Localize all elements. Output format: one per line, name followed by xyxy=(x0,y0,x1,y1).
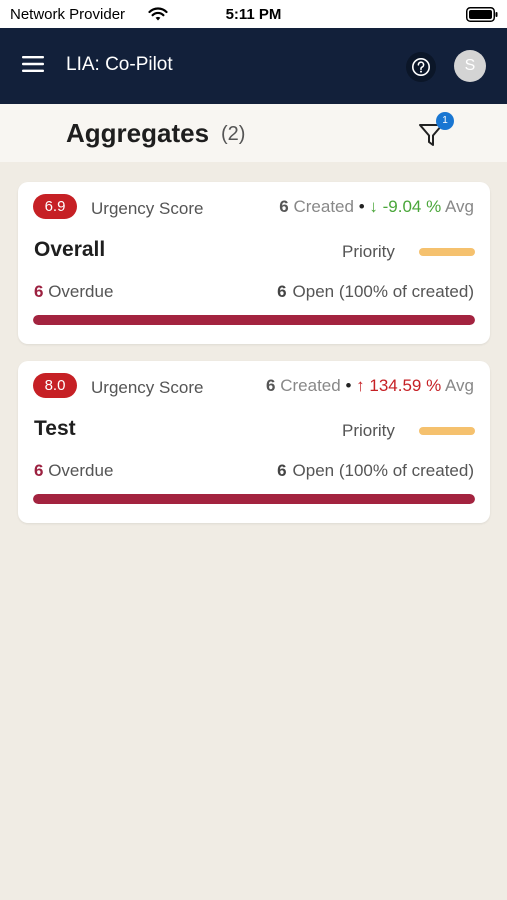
page-title: Aggregates xyxy=(66,118,210,148)
separator-dot: • xyxy=(345,376,352,395)
created-count: 6 xyxy=(279,197,289,216)
urgency-score-badge: 8.0 xyxy=(33,373,77,398)
avatar[interactable]: S xyxy=(454,50,486,82)
priority-label: Priority xyxy=(342,421,395,440)
avg-label: Avg xyxy=(445,376,474,395)
overdue-progress-bar xyxy=(33,494,475,504)
progress-fill xyxy=(33,494,475,504)
app-header: LIA: Co-Pilot S xyxy=(0,28,507,104)
help-button[interactable] xyxy=(406,52,436,82)
open-label: Open (100% of created) xyxy=(292,282,474,301)
separator-dot: • xyxy=(358,197,365,216)
status-time: 5:11 PM xyxy=(225,6,282,23)
priority-label: Priority xyxy=(342,242,395,261)
aggregates-count: (2) xyxy=(221,123,246,145)
urgency-score-label: Urgency Score xyxy=(91,378,204,397)
overdue-progress-bar xyxy=(33,315,475,325)
created-label: Created xyxy=(280,376,341,395)
card-title: Overall xyxy=(34,238,106,261)
aggregate-card-overall[interactable]: 6.9 Urgency Score 6 Created • ↓ -9.04 % … xyxy=(18,182,490,344)
aggregate-card-test[interactable]: 8.0 Urgency Score 6 Created • ↑ 134.59 %… xyxy=(18,361,490,523)
created-stats: 6 Created • ↓ -9.04 % Avg xyxy=(279,197,474,217)
overdue-count: 6 xyxy=(34,461,44,480)
hamburger-menu-icon[interactable] xyxy=(22,55,44,73)
created-count: 6 xyxy=(266,376,276,395)
trend-percentage: -9.04 % xyxy=(382,197,442,216)
overdue-label: Overdue xyxy=(48,461,114,480)
trend-percentage: 134.59 % xyxy=(369,376,442,395)
progress-fill xyxy=(33,315,475,325)
overdue-count: 6 xyxy=(34,282,44,301)
card-title: Test xyxy=(34,417,76,440)
open-stats: 6 Open (100% of created) xyxy=(277,461,474,481)
priority-indicator xyxy=(419,248,475,256)
open-stats: 6 Open (100% of created) xyxy=(277,282,474,302)
question-circle-icon xyxy=(412,58,430,76)
status-bar: Network Provider 5:11 PM xyxy=(0,0,507,28)
filter-count-badge: 1 xyxy=(436,112,454,130)
avg-label: Avg xyxy=(445,197,474,216)
open-label: Open (100% of created) xyxy=(292,461,474,480)
urgency-score-label: Urgency Score xyxy=(91,199,204,218)
overdue-label: Overdue xyxy=(48,282,114,301)
battery-icon xyxy=(466,7,498,22)
arrow-up-icon: ↑ xyxy=(356,376,365,395)
arrow-down-icon: ↓ xyxy=(369,197,378,216)
app-title: LIA: Co-Pilot xyxy=(66,54,173,75)
overdue-stats: 6 Overdue xyxy=(34,461,113,481)
created-label: Created xyxy=(293,197,354,216)
open-count: 6 xyxy=(277,461,287,480)
aggregates-bar: Aggregates (2) 1 xyxy=(0,104,507,162)
created-stats: 6 Created • ↑ 134.59 % Avg xyxy=(266,376,474,396)
overdue-stats: 6 Overdue xyxy=(34,282,113,302)
urgency-score-badge: 6.9 xyxy=(33,194,77,219)
open-count: 6 xyxy=(277,282,287,301)
priority-indicator xyxy=(419,427,475,435)
